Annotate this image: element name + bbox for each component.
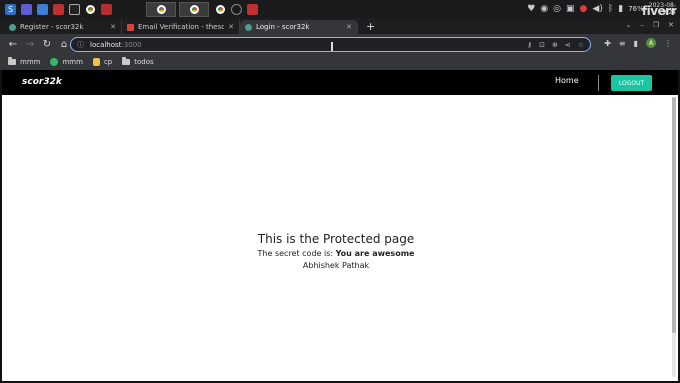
settings-icon[interactable] [231, 3, 242, 15]
site-navbar: scor32k Home LOGOUT [2, 70, 678, 95]
browser-toolbar: ← → ↻ ⌂ ⓘ localhost:3000 ⚷ ⊡ ⊕ ⋖ ☆ ✚ ≡ ▮… [0, 34, 680, 54]
tab-title: Register - scor32k [20, 23, 84, 31]
chrome-icon[interactable] [85, 4, 96, 15]
pdf-icon[interactable] [101, 3, 112, 15]
fiverr-watermark: fiverr [641, 4, 677, 18]
bookmark-label: mmm [62, 58, 83, 66]
secret-code-prefix: The secret code is: [257, 249, 336, 258]
reading-list-icon[interactable]: ≡ [619, 39, 626, 48]
database-icon [92, 58, 100, 66]
nav-divider [598, 75, 599, 91]
chevron-down-icon[interactable]: ⌄ [625, 21, 631, 29]
site-info-icon[interactable]: ⓘ [77, 40, 84, 50]
secret-code-value: You are awesome [335, 249, 415, 258]
bookmark-label: mmm [20, 58, 41, 66]
volume-icon[interactable]: ◀) [592, 4, 602, 14]
launcher-icon[interactable]: S [5, 3, 16, 15]
tab-title: Email Verification - thescor [138, 23, 225, 31]
key-icon[interactable]: ⚷ [527, 41, 532, 49]
bookmark-cp[interactable]: cp [92, 58, 113, 66]
share-icon[interactable]: ⋖ [565, 41, 571, 49]
scrollbar[interactable] [672, 97, 676, 377]
close-tab-icon[interactable]: ✕ [346, 23, 352, 31]
tab-title: Login - scor32k [256, 23, 310, 31]
green-circle-icon [50, 58, 59, 66]
globe-icon[interactable]: ◎ [553, 4, 561, 14]
address-bar-actions: ⚷ ⊡ ⊕ ⋖ ☆ [527, 38, 584, 51]
zoom-icon[interactable]: ⊕ [552, 41, 558, 49]
page-heading: This is the Protected page [257, 232, 415, 246]
web-page: scor32k Home LOGOUT This is the Protecte… [2, 70, 678, 381]
vpn-icon[interactable]: ◉ [540, 4, 548, 14]
toolbar-right: ✚ ≡ ▮ A ⋮ [604, 38, 672, 48]
close-window-icon[interactable]: ✕ [668, 21, 674, 29]
tab-login[interactable]: Login - scor32k ✕ [240, 20, 358, 34]
bookmark-mmm-folder[interactable]: mmm [8, 57, 41, 66]
minimize-icon[interactable]: – [640, 21, 644, 29]
window-controls: ⌄ – ❐ ✕ [625, 21, 674, 29]
shield-icon[interactable]: ♥ [527, 4, 535, 14]
bluetooth-icon[interactable]: ᛒ [608, 4, 613, 14]
os-taskbar: S ♥ ◉ ◎ ▣ ● ◀) ᛒ ▮ 76% 2023-08- 9:24 [0, 0, 680, 18]
taskbar-window-chrome-1[interactable] [146, 1, 176, 17]
scrollbar-thumb[interactable] [672, 97, 676, 333]
side-panel-icon[interactable]: ▮ [634, 39, 638, 48]
forward-icon[interactable]: → [22, 39, 38, 50]
extensions-icon[interactable]: ✚ [604, 39, 611, 48]
bookmark-label: todos [134, 58, 154, 66]
app-red-2-icon[interactable] [247, 3, 258, 15]
maximize-icon[interactable]: ❐ [653, 21, 659, 29]
tab-register[interactable]: Register - scor32k ✕ [4, 20, 122, 34]
protected-content: This is the Protected page The secret co… [2, 232, 670, 270]
site-brand[interactable]: scor32k [22, 77, 62, 87]
bookmark-star-icon[interactable]: ☆ [578, 41, 584, 49]
profile-avatar[interactable]: A [646, 38, 656, 48]
url-port: :3000 [121, 40, 142, 49]
app-icon[interactable] [21, 3, 32, 15]
new-tab-button[interactable]: + [366, 20, 375, 33]
reload-icon[interactable]: ↻ [39, 39, 55, 50]
site-favicon-icon [245, 23, 252, 31]
close-tab-icon[interactable]: ✕ [228, 23, 234, 31]
folder-icon [8, 57, 16, 65]
logout-button[interactable]: LOGOUT [611, 75, 652, 91]
files-icon[interactable] [37, 3, 48, 15]
battery-icon[interactable]: ▮ [618, 4, 623, 14]
bookmark-todos[interactable]: todos [122, 57, 154, 66]
install-icon[interactable]: ⊡ [539, 41, 545, 49]
site-favicon-icon [9, 23, 16, 31]
chrome-small-icon[interactable] [215, 4, 226, 15]
bookmark-label: cp [103, 58, 113, 66]
gmail-icon [127, 23, 134, 31]
menu-icon[interactable]: ⋮ [664, 39, 672, 48]
url-host: localhost [90, 40, 122, 49]
microphone-icon[interactable]: ● [580, 4, 588, 14]
close-tab-icon[interactable]: ✕ [110, 23, 116, 31]
browser-tab-bar: Register - scor32k ✕ Email Verification … [0, 18, 680, 34]
screen-icon[interactable]: ▣ [566, 4, 575, 14]
text-cursor-icon [331, 42, 333, 51]
bookmark-mmm-site[interactable]: mmm [50, 58, 83, 66]
home-link[interactable]: Home [555, 76, 579, 85]
bookmarks-bar: mmm mmm cp todos [0, 54, 680, 70]
folder-icon [122, 57, 131, 65]
secret-code-line: The secret code is: You are awesome [2, 249, 670, 258]
taskbar-window-chrome-2[interactable] [179, 1, 209, 17]
app-red-icon[interactable] [53, 3, 64, 15]
author-name: Abhishek Pathak [302, 261, 370, 270]
screen: S ♥ ◉ ◎ ▣ ● ◀) ᛒ ▮ 76% 2023-08- 9:24 Reg… [0, 0, 680, 383]
back-icon[interactable]: ← [5, 39, 21, 50]
terminal-icon[interactable] [69, 3, 80, 15]
tab-email-verification[interactable]: Email Verification - thescor ✕ [122, 20, 240, 34]
